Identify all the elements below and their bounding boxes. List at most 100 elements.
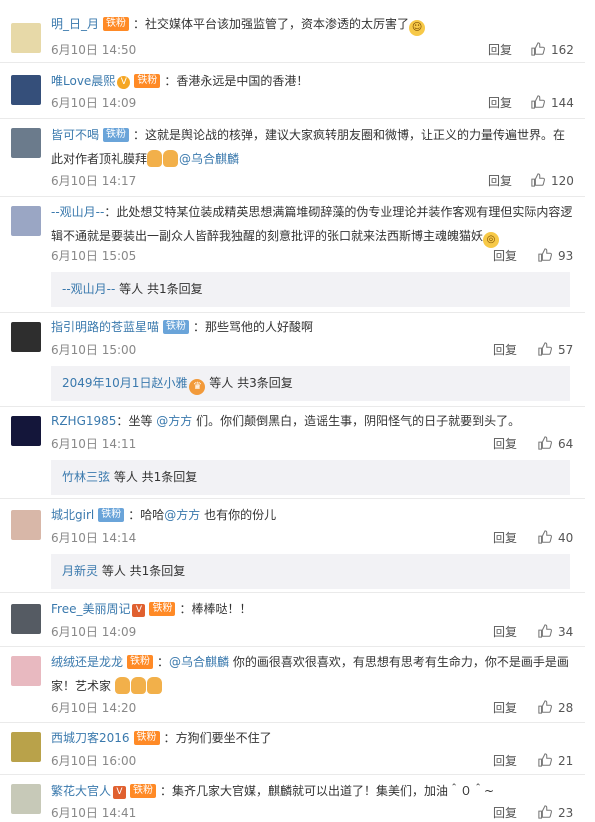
fan-badge-icon: 铁粉 <box>149 602 176 616</box>
comment-item: 明_日_月 铁粉 ：社交媒体平台该加强监管了，资本渗透的太厉害了 ☺ 6月10日 14… <box>0 0 595 62</box>
sub-reply-summary[interactable]: 等人 共1条回复 <box>110 470 197 484</box>
reply-button[interactable]: 回复 <box>493 530 517 546</box>
separator: ： <box>179 602 192 616</box>
like-button[interactable]: 120 <box>531 173 574 189</box>
thumbs-up-icon <box>531 42 545 56</box>
thumbs-up-icon <box>538 436 552 450</box>
thumbs-up-icon <box>538 342 552 356</box>
comment-item: 指引明路的苍蓝星喵 铁粉 ：那些骂他的人好酸啊 6月10日 15:00 回复 57 … <box>0 312 595 406</box>
comment-username[interactable]: RZHG1985 <box>51 414 116 428</box>
avatar[interactable] <box>11 510 41 540</box>
comment-username[interactable]: 城北girl <box>51 508 94 522</box>
mention-link[interactable]: @乌合麒麟 <box>179 152 239 166</box>
fan-badge-icon: 铁粉 <box>127 655 154 669</box>
sub-reply-summary[interactable]: 等人 共1条回复 <box>115 282 202 296</box>
avatar[interactable] <box>11 23 41 53</box>
like-button[interactable]: 162 <box>531 42 574 58</box>
reply-button[interactable]: 回复 <box>493 436 517 452</box>
avatar[interactable] <box>11 732 41 762</box>
sub-reply-summary[interactable]: 等人 共3条回复 <box>205 376 292 390</box>
v-icon: V <box>113 786 127 799</box>
sub-reply-box[interactable]: 2049年10月1日赵小雅 ♛ 等人 共3条回复 <box>51 366 570 401</box>
like-button[interactable]: 34 <box>538 624 573 640</box>
reply-button[interactable]: 回复 <box>493 753 517 769</box>
avatar[interactable] <box>11 416 41 446</box>
comment-body-cont: 也有你的份儿 <box>200 508 277 522</box>
comment-text-line: 城北girl 铁粉 ：哈哈@方方 也有你的份儿 <box>51 503 577 527</box>
fan-badge-icon: 铁粉 <box>133 731 160 745</box>
mention-link[interactable]: @乌合麒麟 <box>169 655 229 669</box>
separator: ： <box>160 784 173 798</box>
comment-text-line: 唯Love晨熙 V 铁粉 ：香港永远是中国的香港！ <box>51 69 577 93</box>
comment-body-cont: 们。你们颠倒黑白，造谣生事，阴阳怪气的日子就要到头了。 <box>192 414 521 428</box>
dizzy-emoji-icon: ◎ <box>483 232 500 248</box>
sub-reply-user[interactable]: 2049年10月1日赵小雅 <box>62 376 187 390</box>
reply-button[interactable]: 回复 <box>488 173 512 189</box>
comment-username[interactable]: 繁花大官人 <box>51 784 111 798</box>
like-button[interactable]: 144 <box>531 95 574 111</box>
mention-link[interactable]: @方方 <box>164 508 200 522</box>
sub-reply-summary[interactable]: 等人 共1条回复 <box>98 564 185 578</box>
comment-username[interactable]: Free_美丽周记 <box>51 602 130 616</box>
separator: ： <box>104 205 117 219</box>
crown-badge-icon: ♛ <box>189 379 206 395</box>
comment-date: 6月10日 15:00 <box>51 343 137 357</box>
clap-emoji-icon <box>131 677 147 694</box>
avatar[interactable] <box>11 75 41 105</box>
comment-username[interactable]: 西城刀客2016 <box>51 731 130 745</box>
sub-reply-user[interactable]: 竹林三弦 <box>62 470 110 484</box>
comment-date: 6月10日 14:17 <box>51 174 137 188</box>
comment-username[interactable]: 指引明路的苍蓝星喵 <box>51 320 159 334</box>
reply-button[interactable]: 回复 <box>488 42 512 58</box>
smile-emoji-icon: ☺ <box>409 20 426 36</box>
comment-date: 6月10日 14:50 <box>51 43 137 57</box>
avatar[interactable] <box>11 656 41 686</box>
like-count: 21 <box>558 754 574 768</box>
comment-body: 哈哈 <box>140 508 165 522</box>
like-button[interactable]: 23 <box>538 805 573 821</box>
avatar[interactable] <box>11 128 41 158</box>
clap-emoji-icon <box>163 150 179 167</box>
like-button[interactable]: 57 <box>538 342 573 358</box>
avatar[interactable] <box>11 206 41 236</box>
comment-username[interactable]: 明_日_月 <box>51 17 99 31</box>
comment-date: 6月10日 14:11 <box>51 437 137 451</box>
like-button[interactable]: 93 <box>538 248 573 264</box>
divider <box>0 62 585 63</box>
reply-button[interactable]: 回复 <box>488 95 512 111</box>
reply-button[interactable]: 回复 <box>493 342 517 358</box>
thumbs-up-icon <box>538 700 552 714</box>
like-button[interactable]: 21 <box>538 753 573 769</box>
divider <box>0 312 585 313</box>
comment-item: 绒绒还是龙龙 铁粉 ：@乌合麒麟 你的画很喜欢很喜欢，有思想有思考有生命力，你不是画… <box>0 646 595 722</box>
comment-item: --观山月--：此处想艾特某位装成精英思想满篇堆砌辞藻的伪专业理论并装作客观有理… <box>0 196 595 312</box>
comment-username[interactable]: --观山月-- <box>51 205 104 219</box>
reply-button[interactable]: 回复 <box>493 248 517 264</box>
sub-reply-box[interactable]: --观山月-- 等人 共1条回复 <box>51 272 570 307</box>
sub-reply-user[interactable]: --观山月-- <box>62 282 115 296</box>
separator: ： <box>157 655 170 669</box>
reply-button[interactable]: 回复 <box>493 805 517 821</box>
v-icon: V <box>132 604 146 617</box>
avatar[interactable] <box>11 604 41 634</box>
comment-date: 6月10日 15:05 <box>51 249 137 263</box>
comment-username[interactable]: 唯Love晨熙 <box>51 74 115 88</box>
like-button[interactable]: 64 <box>538 436 573 452</box>
comment-item: Free_美丽周记 V 铁粉 ：棒棒哒！！ 6月10日 14:09 回复 34 <box>0 592 595 646</box>
comment-username[interactable]: 绒绒还是龙龙 <box>51 655 123 669</box>
avatar[interactable] <box>11 322 41 352</box>
reply-button[interactable]: 回复 <box>493 624 517 640</box>
comment-username[interactable]: 皆可不喝 <box>51 128 99 142</box>
reply-button[interactable]: 回复 <box>493 700 517 716</box>
sub-reply-user[interactable]: 月新灵 <box>62 564 98 578</box>
comment-item: 唯Love晨熙 V 铁粉 ：香港永远是中国的香港！ 6月10日 14:09 回复 14… <box>0 62 595 118</box>
sub-reply-box[interactable]: 竹林三弦 等人 共1条回复 <box>51 460 570 495</box>
avatar[interactable] <box>11 784 41 814</box>
thumbs-up-icon <box>538 805 552 819</box>
sub-reply-box[interactable]: 月新灵 等人 共1条回复 <box>51 554 570 589</box>
like-button[interactable]: 40 <box>538 530 573 546</box>
like-button[interactable]: 28 <box>538 700 573 716</box>
fan-badge-icon: 铁粉 <box>134 74 161 88</box>
mention-link[interactable]: @方方 <box>156 414 192 428</box>
comment-text-line: 指引明路的苍蓝星喵 铁粉 ：那些骂他的人好酸啊 <box>51 315 577 339</box>
